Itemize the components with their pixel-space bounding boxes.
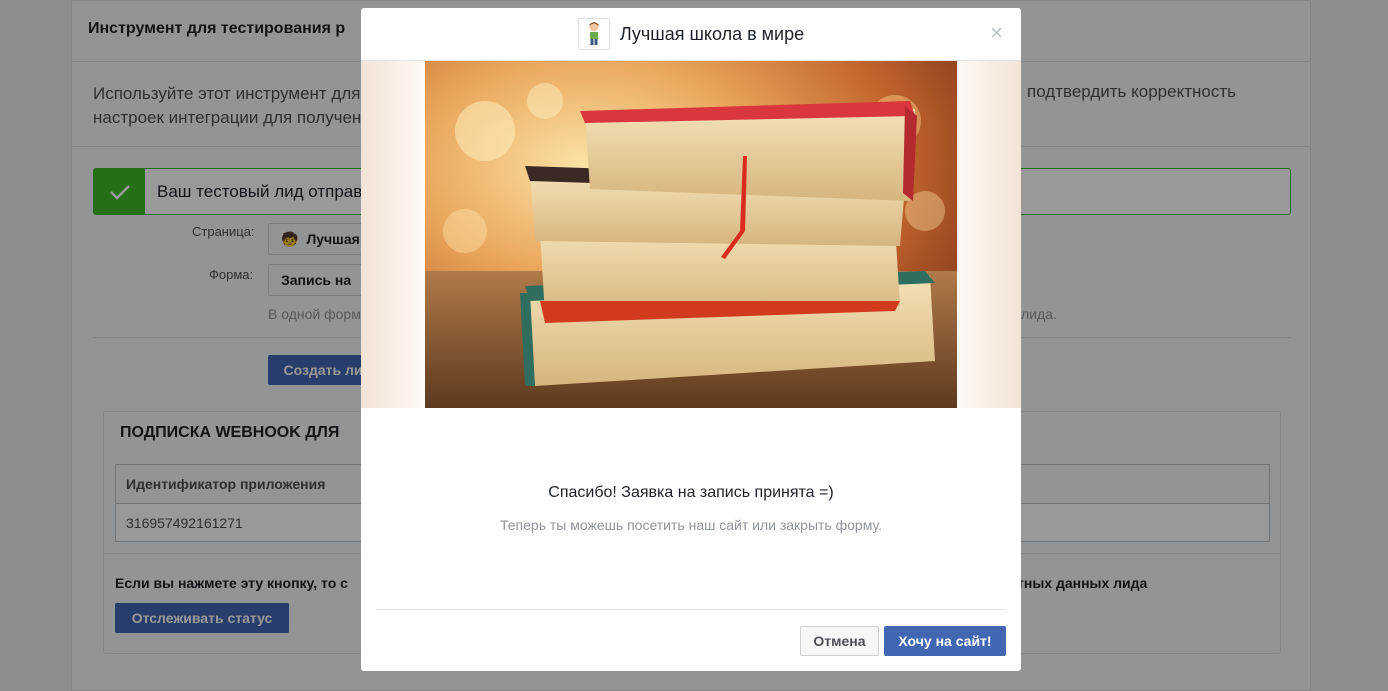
cancel-button[interactable]: Отмена [800, 626, 879, 656]
close-icon[interactable]: × [990, 22, 1003, 44]
thank-you-dialog: Лучшая школа в мире × Спасибо! Заявка на… [361, 8, 1021, 671]
message-title: Спасибо! Заявка на запись принята =) [548, 484, 834, 501]
hero-image-area [361, 61, 1021, 408]
dialog-header: Лучшая школа в мире × [361, 8, 1021, 61]
books-image [425, 61, 957, 408]
avatar-icon [577, 18, 610, 50]
message-subtitle: Теперь ты можешь посетить наш сайт или з… [500, 517, 882, 533]
dialog-title: Лучшая школа в мире [619, 23, 805, 44]
go-to-site-button[interactable]: Хочу на сайт! [884, 626, 1006, 656]
footer-divider [376, 609, 1006, 610]
